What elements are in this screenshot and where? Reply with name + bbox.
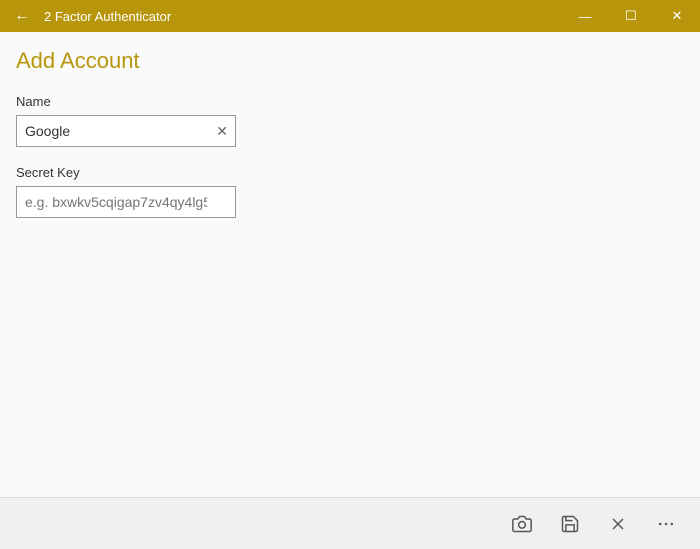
maximize-button[interactable]: ☐ [608, 0, 654, 32]
secret-input[interactable] [16, 186, 236, 218]
save-button[interactable] [548, 502, 592, 546]
main-content: Add Account Name ✕ Secret Key [0, 32, 700, 549]
cancel-button[interactable] [596, 502, 640, 546]
bottom-bar [0, 497, 700, 549]
back-button[interactable]: ← [8, 3, 36, 29]
app-title: 2 Factor Authenticator [44, 9, 171, 24]
more-button[interactable] [644, 502, 688, 546]
minimize-button[interactable]: — [562, 0, 608, 32]
name-field-wrapper: ✕ [16, 115, 236, 147]
secret-label: Secret Key [16, 165, 684, 180]
save-icon [560, 514, 580, 534]
more-icon [656, 514, 676, 534]
close-button[interactable]: ✕ [654, 0, 700, 32]
camera-button[interactable] [500, 502, 544, 546]
name-label: Name [16, 94, 684, 109]
window: ← 2 Factor Authenticator — ☐ ✕ Add Accou… [0, 0, 700, 549]
title-bar-left: ← 2 Factor Authenticator [8, 3, 171, 29]
cancel-icon [608, 514, 628, 534]
secret-field-wrapper [16, 186, 236, 218]
window-controls: — ☐ ✕ [562, 0, 700, 32]
title-bar: ← 2 Factor Authenticator — ☐ ✕ [0, 0, 700, 32]
name-clear-button[interactable]: ✕ [212, 122, 232, 140]
name-input[interactable] [16, 115, 236, 147]
camera-icon [512, 514, 532, 534]
page-title: Add Account [16, 48, 684, 74]
